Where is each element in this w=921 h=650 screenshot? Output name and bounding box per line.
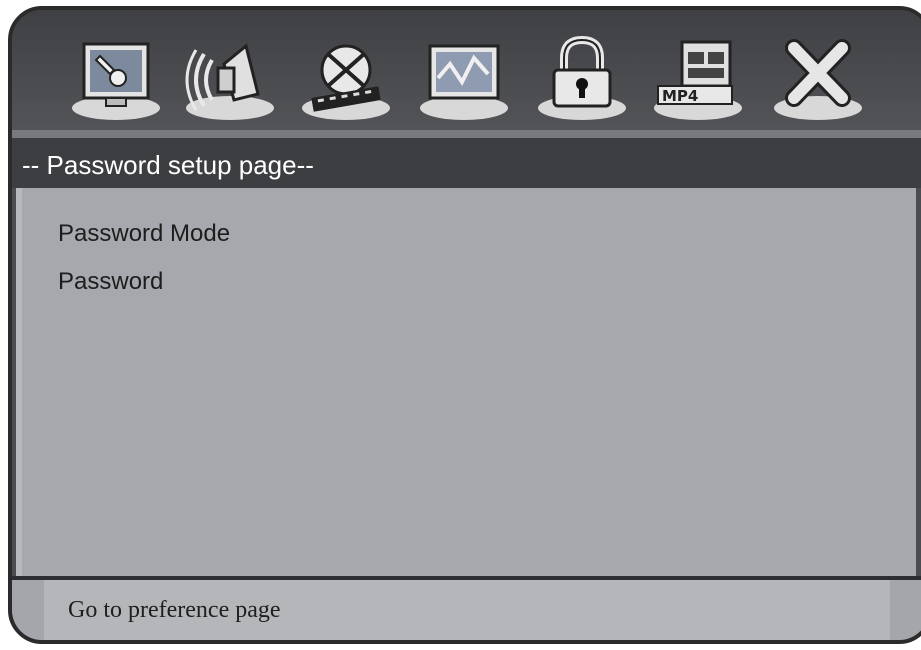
menu-item-password[interactable]: Password [58,270,163,294]
exit-icon[interactable] [772,34,864,124]
general-setup-icon[interactable] [70,34,162,124]
audio-setup-icon[interactable] [184,34,276,124]
toolbar-separator [12,130,921,138]
video-setup-icon[interactable] [300,34,392,124]
footer-hint: Go to preference page [68,597,281,623]
setup-toolbar: MP4 [12,10,921,130]
menu-item-password-mode[interactable]: Password Mode [58,222,230,246]
password-lock-icon[interactable] [536,34,628,124]
mp4-setup-icon[interactable]: MP4 [652,34,744,124]
page-title: -- Password setup page-- [22,150,314,180]
preference-setup-icon[interactable] [418,34,510,124]
menu-panel: Password Mode Password [16,188,916,576]
setup-menu-window: MP4 Password Mode Password [8,6,921,644]
svg-text:MP4: MP4 [662,87,698,105]
